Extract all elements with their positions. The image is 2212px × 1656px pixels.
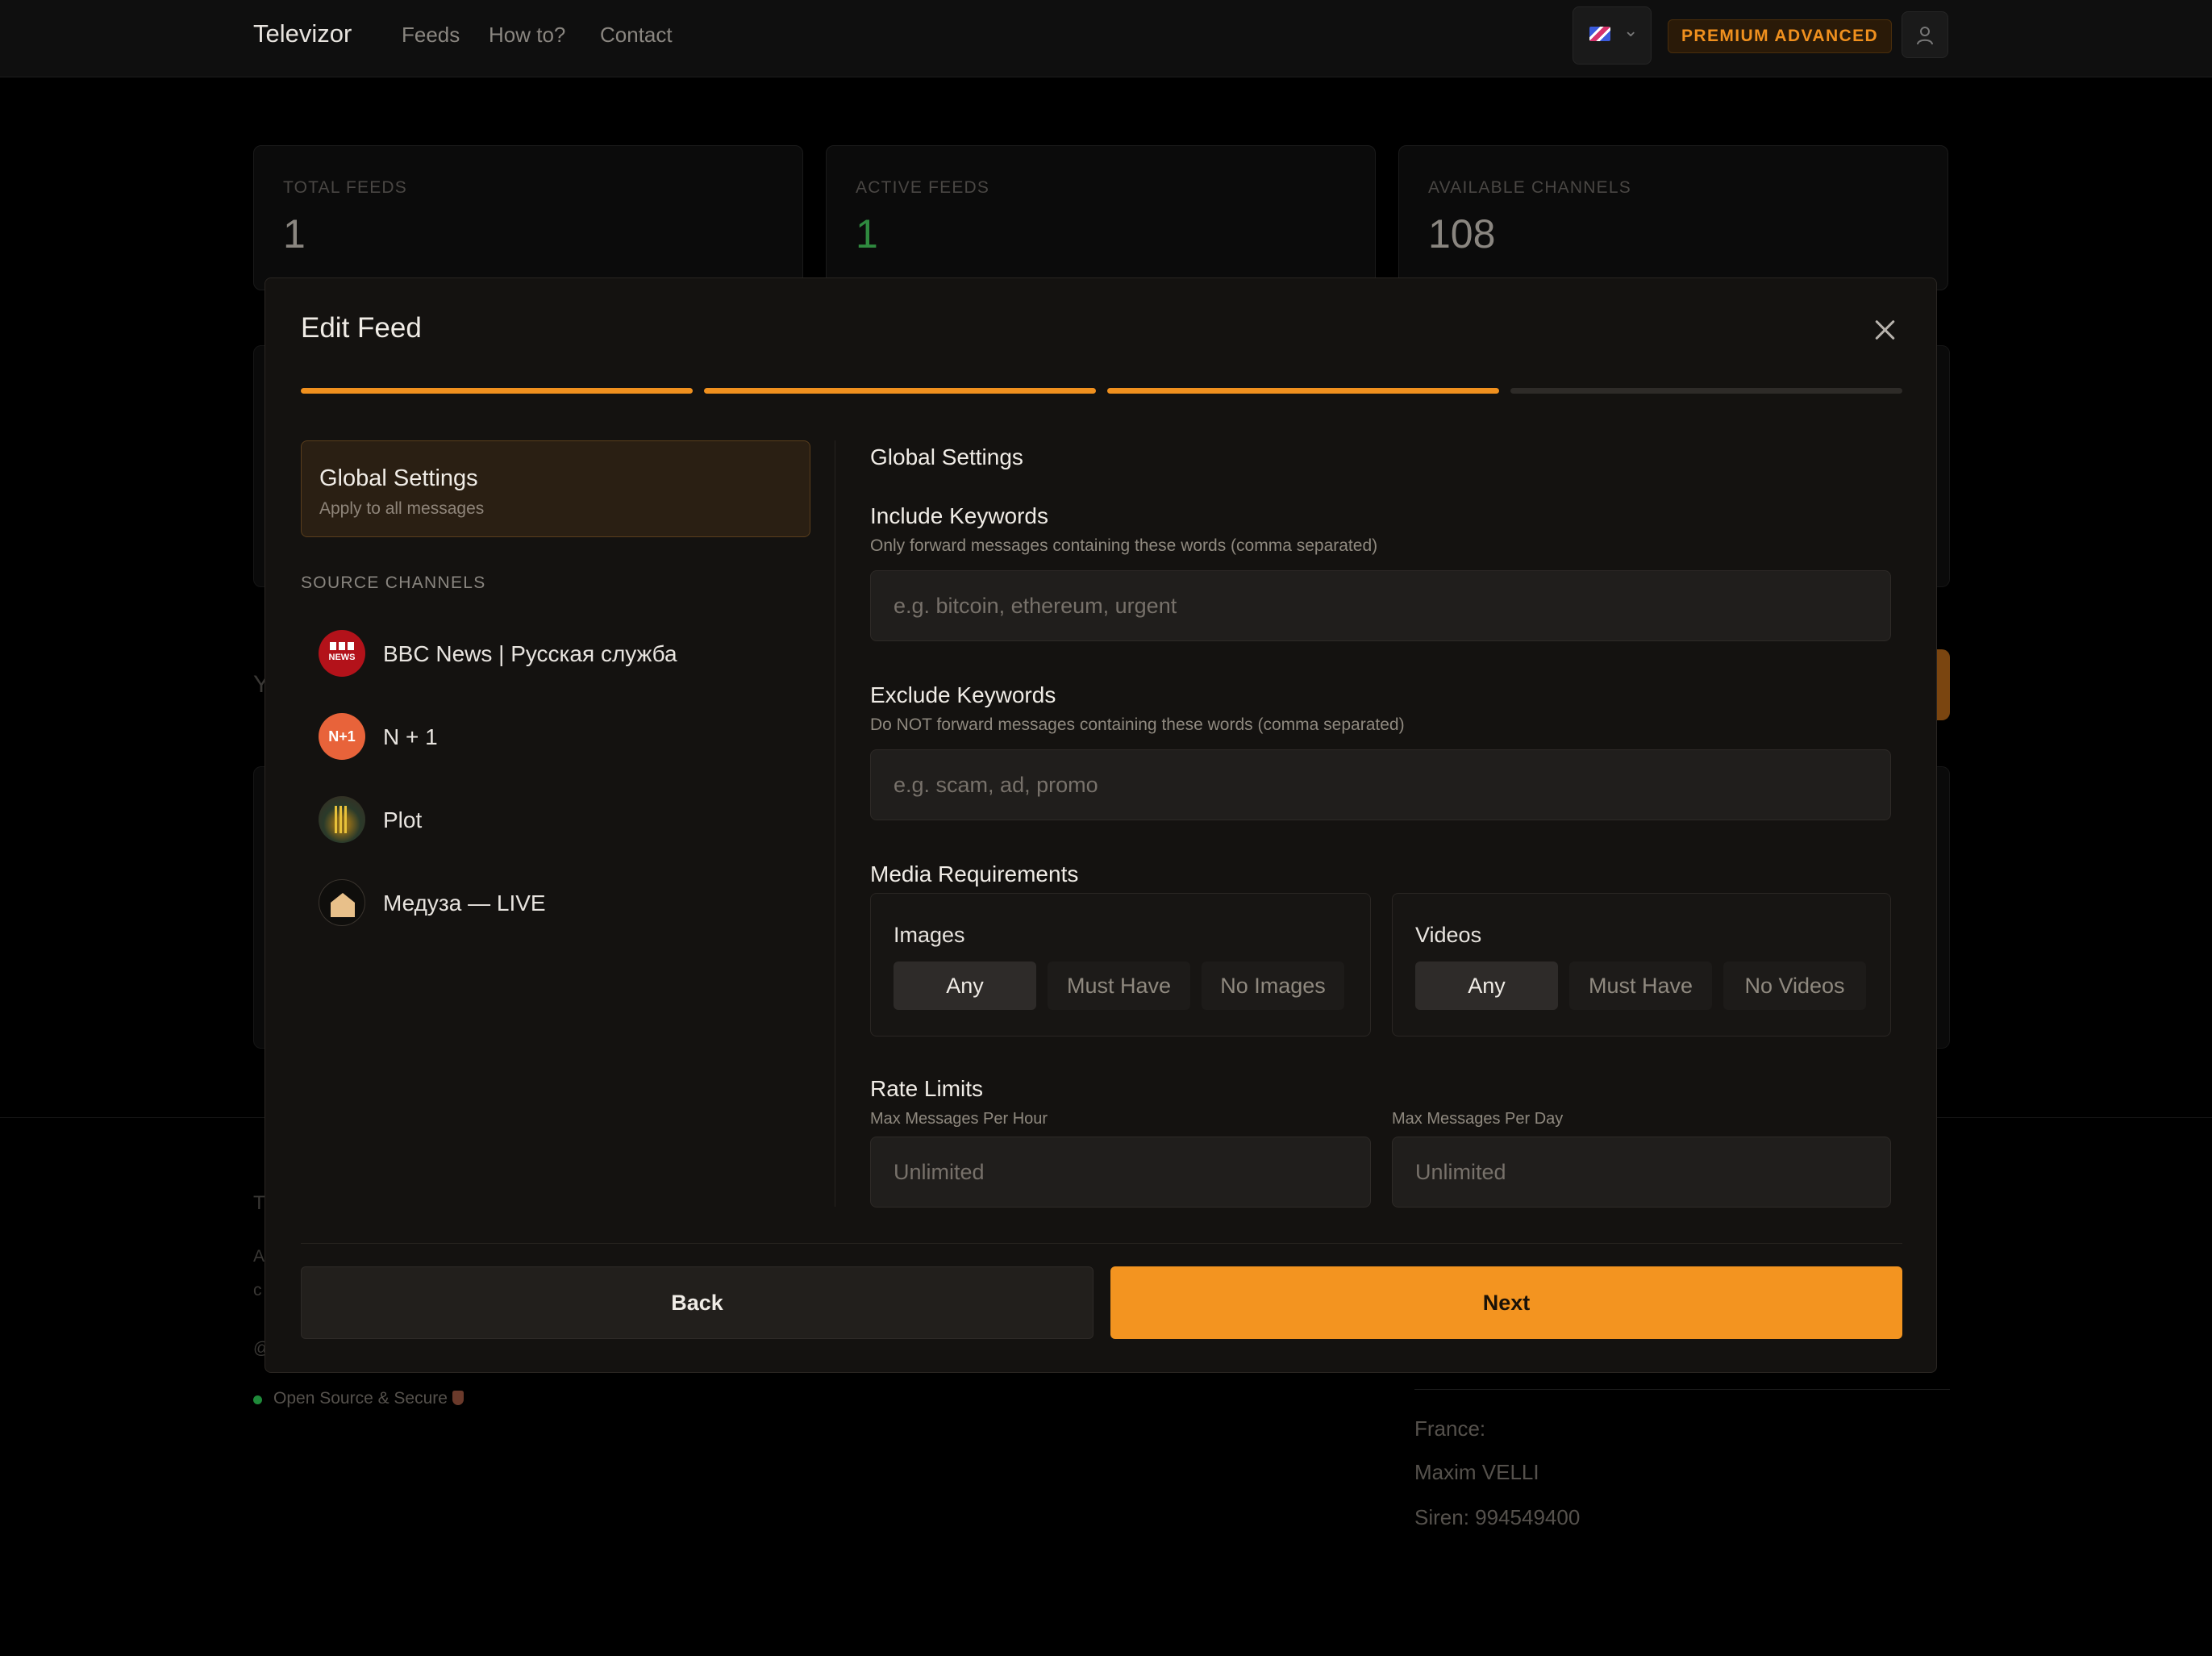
edit-feed-modal: Edit Feed Global Settings Apply to all m… [265, 277, 1937, 1373]
channel-item-plot[interactable]: Plot [319, 796, 786, 846]
videos-title: Videos [1415, 923, 1482, 947]
global-settings-subtitle: Apply to all messages [319, 499, 485, 518]
stat-active-feeds: ACTIVE FEEDS 1 [826, 145, 1376, 290]
videos-any-button[interactable]: Any [1415, 961, 1558, 1010]
footer-siren: Siren: 994549400 [1414, 1505, 1581, 1529]
source-channels-label: SOURCE CHANNELS [301, 574, 486, 592]
progress-step-4 [1510, 388, 1902, 394]
media-requirements-title: Media Requirements [870, 861, 1079, 886]
stat-label: TOTAL FEEDS [283, 178, 408, 197]
exclude-keywords-hint: Do NOT forward messages containing these… [870, 715, 1405, 734]
section-title: Global Settings [870, 444, 1023, 469]
progress-step-3 [1107, 388, 1499, 394]
status-dot [253, 1395, 262, 1404]
per-hour-label: Max Messages Per Hour [870, 1110, 1048, 1128]
language-selector[interactable]: ⌄ [1573, 6, 1652, 65]
channel-name: Медуза — LIVE [383, 891, 546, 916]
modal-title: Edit Feed [301, 312, 422, 344]
exclude-keywords-input[interactable] [870, 749, 1891, 820]
shield-icon [452, 1391, 464, 1405]
stat-label: AVAILABLE CHANNELS [1428, 178, 1631, 197]
footer-text-fragment: A [253, 1247, 265, 1266]
channel-item-meduza[interactable]: Медуза — LIVE [319, 879, 786, 929]
uk-flag-icon [1589, 27, 1610, 41]
channel-name: Plot [383, 807, 423, 832]
videos-requirement-box: Videos Any Must Have No Videos [1392, 893, 1891, 1037]
nav-how-to[interactable]: How to? [489, 23, 565, 48]
channel-avatar [319, 879, 365, 926]
brand-logo[interactable]: Televizor [253, 19, 352, 48]
stat-available-channels: AVAILABLE CHANNELS 108 [1398, 145, 1948, 290]
footer-country: France: [1414, 1416, 1486, 1441]
images-none-button[interactable]: No Images [1202, 961, 1344, 1010]
stat-label: ACTIVE FEEDS [856, 178, 990, 197]
include-keywords-hint: Only forward messages containing these w… [870, 536, 1378, 555]
footer-heading-fragment: T [253, 1192, 265, 1214]
chevron-down-icon: ⌄ [1623, 20, 1639, 40]
nav-contact[interactable]: Contact [600, 23, 673, 48]
channel-item-bbc[interactable]: NEWS BBC News | Русская служба [319, 630, 786, 680]
footer-text-fragment: c [253, 1281, 262, 1299]
stat-value: 1 [283, 211, 306, 257]
global-settings-item[interactable]: Global Settings Apply to all messages [301, 440, 810, 537]
footer-rule [1414, 1389, 1950, 1390]
progress-step-2 [704, 388, 1096, 394]
max-per-hour-input[interactable] [870, 1137, 1371, 1208]
images-requirement-box: Images Any Must Have No Images [870, 893, 1371, 1037]
nav-feeds[interactable]: Feeds [402, 23, 460, 48]
top-navbar: Televizor Feeds How to? Contact ⌄ PREMIU… [0, 0, 2212, 77]
include-keywords-title: Include Keywords [870, 503, 1049, 528]
images-any-button[interactable]: Any [894, 961, 1036, 1010]
images-must-have-button[interactable]: Must Have [1048, 961, 1190, 1010]
user-menu-button[interactable] [1902, 11, 1948, 58]
channel-avatar: NEWS [319, 630, 365, 677]
stat-value: 108 [1428, 211, 1496, 257]
rate-limits-title: Rate Limits [870, 1076, 984, 1101]
next-button[interactable]: Next [1110, 1266, 1902, 1339]
channel-avatar [319, 796, 365, 843]
back-button[interactable]: Back [301, 1266, 1094, 1339]
premium-badge[interactable]: PREMIUM ADVANCED [1668, 19, 1893, 53]
stat-value: 1 [856, 211, 878, 257]
user-icon [1917, 27, 1933, 45]
images-title: Images [894, 923, 965, 947]
footer-owner: Maxim VELLI [1414, 1460, 1539, 1484]
modal-footer-divider [301, 1243, 1902, 1244]
stat-total-feeds: TOTAL FEEDS 1 [253, 145, 803, 290]
max-per-day-input[interactable] [1392, 1137, 1891, 1208]
videos-must-have-button[interactable]: Must Have [1569, 961, 1712, 1010]
channel-item-n1[interactable]: N+1 N + 1 [319, 713, 786, 763]
progress-step-1 [301, 388, 693, 394]
channel-name: N + 1 [383, 724, 438, 749]
close-icon[interactable] [1870, 315, 1899, 344]
per-day-label: Max Messages Per Day [1392, 1110, 1564, 1128]
global-settings-title: Global Settings [319, 465, 478, 491]
channel-avatar: N+1 [319, 713, 365, 760]
channel-name: BBC News | Русская служба [383, 641, 677, 666]
exclude-keywords-title: Exclude Keywords [870, 682, 1056, 707]
videos-none-button[interactable]: No Videos [1723, 961, 1866, 1010]
include-keywords-input[interactable] [870, 570, 1891, 641]
open-source-label: Open Source & Secure [273, 1389, 464, 1408]
